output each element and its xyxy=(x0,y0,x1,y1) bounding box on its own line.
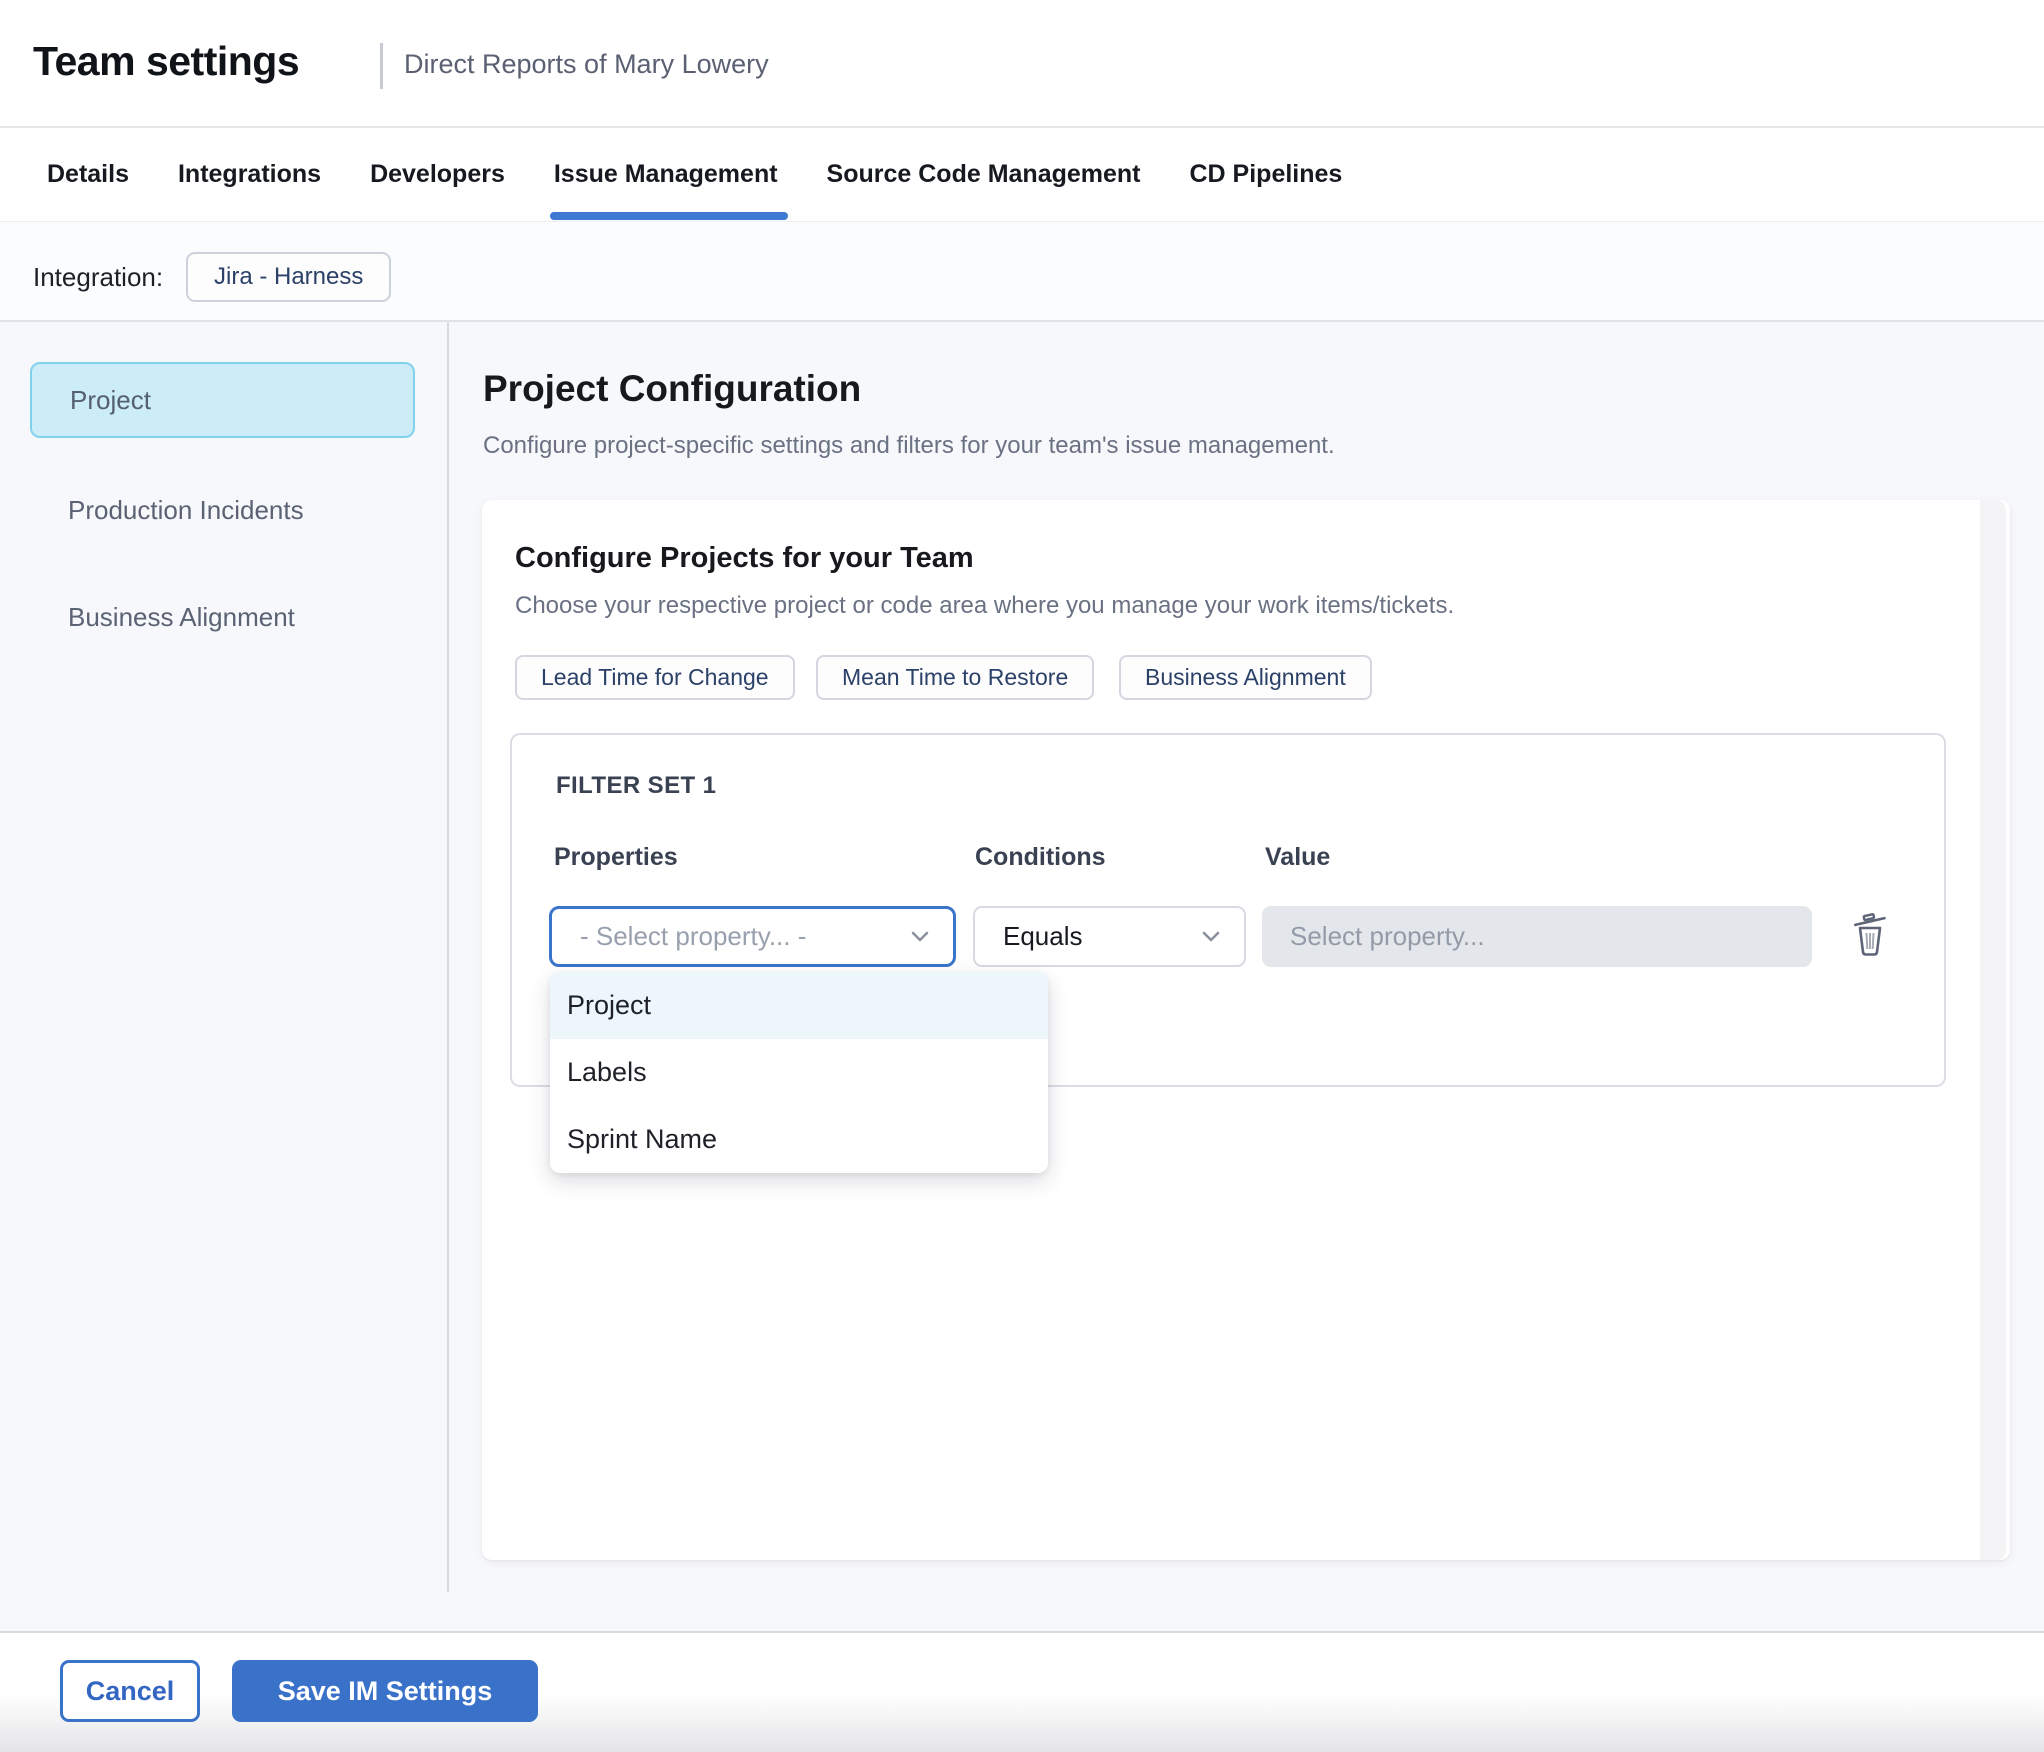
sidebar-item-production-incidents[interactable]: Production Incidents xyxy=(68,495,304,526)
tab-details[interactable]: Details xyxy=(47,128,129,221)
tab-bar: Details Integrations Developers Issue Ma… xyxy=(47,128,1342,221)
conditions-select-value: Equals xyxy=(1003,921,1083,951)
column-label-value: Value xyxy=(1265,843,1331,871)
card-title: Configure Projects for your Team xyxy=(515,542,974,574)
delete-filter-button[interactable] xyxy=(1848,910,1892,958)
title-separator xyxy=(380,43,383,89)
integration-label: Integration: xyxy=(33,262,164,292)
page-subtitle: Direct Reports of Mary Lowery xyxy=(404,49,769,79)
sidebar-item-project[interactable]: Project xyxy=(30,362,415,438)
dropdown-option-project[interactable]: Project xyxy=(550,972,1048,1039)
tab-integrations-label: Integrations xyxy=(177,160,322,188)
trash-icon xyxy=(1853,913,1886,956)
properties-dropdown-menu: Project Labels Sprint Name xyxy=(550,972,1048,1173)
sidebar-divider xyxy=(447,322,449,1592)
cancel-button[interactable]: Cancel xyxy=(60,1660,200,1722)
integration-chip[interactable]: Jira - Harness xyxy=(186,252,392,302)
tab-cd-pipelines[interactable]: CD Pipelines xyxy=(1190,128,1343,221)
properties-select-placeholder: - Select property... - xyxy=(580,921,807,951)
chip-mean-time-to-restore[interactable]: Mean Time to Restore xyxy=(816,655,1095,700)
tab-developers-label: Developers xyxy=(370,160,505,188)
section-heading: Project Configuration xyxy=(483,368,862,409)
sidebar-item-business-alignment[interactable]: Business Alignment xyxy=(68,602,295,633)
conditions-select[interactable]: Equals xyxy=(973,906,1246,967)
value-input-placeholder: Select property... xyxy=(1290,921,1485,951)
chevron-down-icon xyxy=(911,931,929,941)
tab-issue-management[interactable]: Issue Management xyxy=(549,128,788,221)
scrollbar-track[interactable] xyxy=(1980,500,2006,1560)
card-description: Choose your respective project or code a… xyxy=(515,592,1455,619)
save-im-settings-button[interactable]: Save IM Settings xyxy=(232,1660,538,1722)
chevron-down-icon xyxy=(1202,931,1220,941)
column-label-conditions: Conditions xyxy=(975,843,1106,871)
dropdown-option-labels[interactable]: Labels xyxy=(550,1039,1048,1106)
tab-source-code-management-label: Source Code Management xyxy=(826,160,1141,188)
value-input[interactable]: Select property... xyxy=(1262,906,1812,967)
tab-issue-management-label: Issue Management xyxy=(553,160,778,188)
dropdown-option-sprint-name[interactable]: Sprint Name xyxy=(550,1106,1048,1173)
page-title: Team settings xyxy=(33,38,300,84)
tab-developers[interactable]: Developers xyxy=(370,128,505,221)
section-description: Configure project-specific settings and … xyxy=(483,432,1335,459)
column-label-properties: Properties xyxy=(554,843,678,871)
chip-lead-time-for-change[interactable]: Lead Time for Change xyxy=(515,655,795,700)
tab-source-code-management[interactable]: Source Code Management xyxy=(827,128,1141,221)
team-settings-page: Team settings Direct Reports of Mary Low… xyxy=(0,0,2044,1752)
active-tab-underline xyxy=(549,212,788,220)
filter-set-title: FILTER SET 1 xyxy=(556,772,717,799)
chip-business-alignment[interactable]: Business Alignment xyxy=(1119,655,1372,700)
tab-cd-pipelines-label: CD Pipelines xyxy=(1189,160,1343,188)
tab-details-label: Details xyxy=(47,160,129,188)
tab-integrations[interactable]: Integrations xyxy=(178,128,321,221)
properties-select[interactable]: - Select property... - xyxy=(549,906,956,967)
